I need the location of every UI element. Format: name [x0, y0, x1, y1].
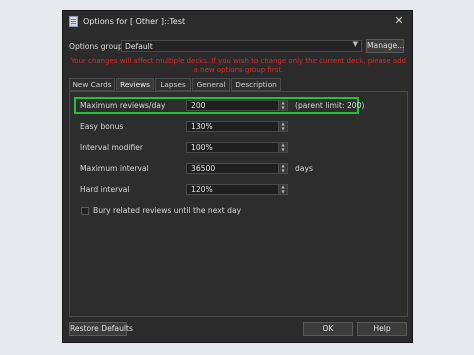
- interval-modifier-spinbox[interactable]: 100% ▲ ▼: [186, 142, 288, 153]
- restore-defaults-button[interactable]: Restore Defaults: [69, 322, 133, 336]
- app-icon: [69, 16, 78, 27]
- window-title: Options for [ Other ]::Test: [83, 17, 186, 26]
- spin-arrows-icon[interactable]: ▲ ▼: [278, 142, 287, 152]
- options-group-select[interactable]: Default ▼: [121, 40, 362, 52]
- bury-reviews-label: Bury related reviews until the next day: [93, 206, 242, 215]
- max-interval-label: Maximum interval: [80, 164, 149, 173]
- interval-modifier-value: 100%: [191, 143, 213, 152]
- max-reviews-value: 200: [191, 101, 206, 110]
- tab-description[interactable]: Description: [231, 78, 281, 91]
- manage-button[interactable]: Manage...: [366, 39, 404, 53]
- ok-button[interactable]: OK: [303, 322, 353, 336]
- close-icon[interactable]: ✕: [392, 14, 406, 28]
- max-interval-spinbox[interactable]: 36500 ▲ ▼: [186, 163, 288, 174]
- help-button[interactable]: Help: [357, 322, 407, 336]
- spin-arrows-icon[interactable]: ▲ ▼: [278, 100, 287, 110]
- easy-bonus-label: Easy bonus: [80, 122, 124, 131]
- max-reviews-label: Maximum reviews/day: [80, 101, 166, 110]
- title-bar: Options for [ Other ]::Test ✕: [63, 11, 412, 33]
- spin-arrows-icon[interactable]: ▲ ▼: [278, 184, 287, 194]
- options-group-value: Default: [125, 42, 153, 51]
- spin-arrows-icon[interactable]: ▲ ▼: [278, 163, 287, 173]
- parent-limit-note: (parent limit: 200): [295, 101, 365, 110]
- bury-reviews-checkbox[interactable]: [81, 207, 89, 215]
- tab-reviews[interactable]: Reviews: [116, 78, 154, 91]
- easy-bonus-value: 130%: [191, 122, 213, 131]
- spin-arrows-icon[interactable]: ▲ ▼: [278, 121, 287, 131]
- easy-bonus-spinbox[interactable]: 130% ▲ ▼: [186, 121, 288, 132]
- multi-deck-warning: Your changes will affect multiple decks.…: [70, 57, 407, 74]
- hard-interval-spinbox[interactable]: 120% ▲ ▼: [186, 184, 288, 195]
- max-reviews-spinbox[interactable]: 200 ▲ ▼: [186, 100, 288, 111]
- hard-interval-value: 120%: [191, 185, 213, 194]
- tab-general[interactable]: General: [192, 78, 230, 91]
- interval-modifier-label: Interval modifier: [80, 143, 144, 152]
- options-group-label: Options group:: [69, 42, 126, 51]
- chevron-down-icon: ▼: [352, 40, 358, 48]
- max-interval-value: 36500: [191, 164, 216, 173]
- options-dialog: Options for [ Other ]::Test ✕ Options gr…: [62, 10, 413, 343]
- tab-new-cards[interactable]: New Cards: [69, 78, 115, 91]
- hard-interval-label: Hard interval: [80, 185, 130, 194]
- tab-lapses[interactable]: Lapses: [155, 78, 191, 91]
- max-interval-unit: days: [295, 164, 313, 173]
